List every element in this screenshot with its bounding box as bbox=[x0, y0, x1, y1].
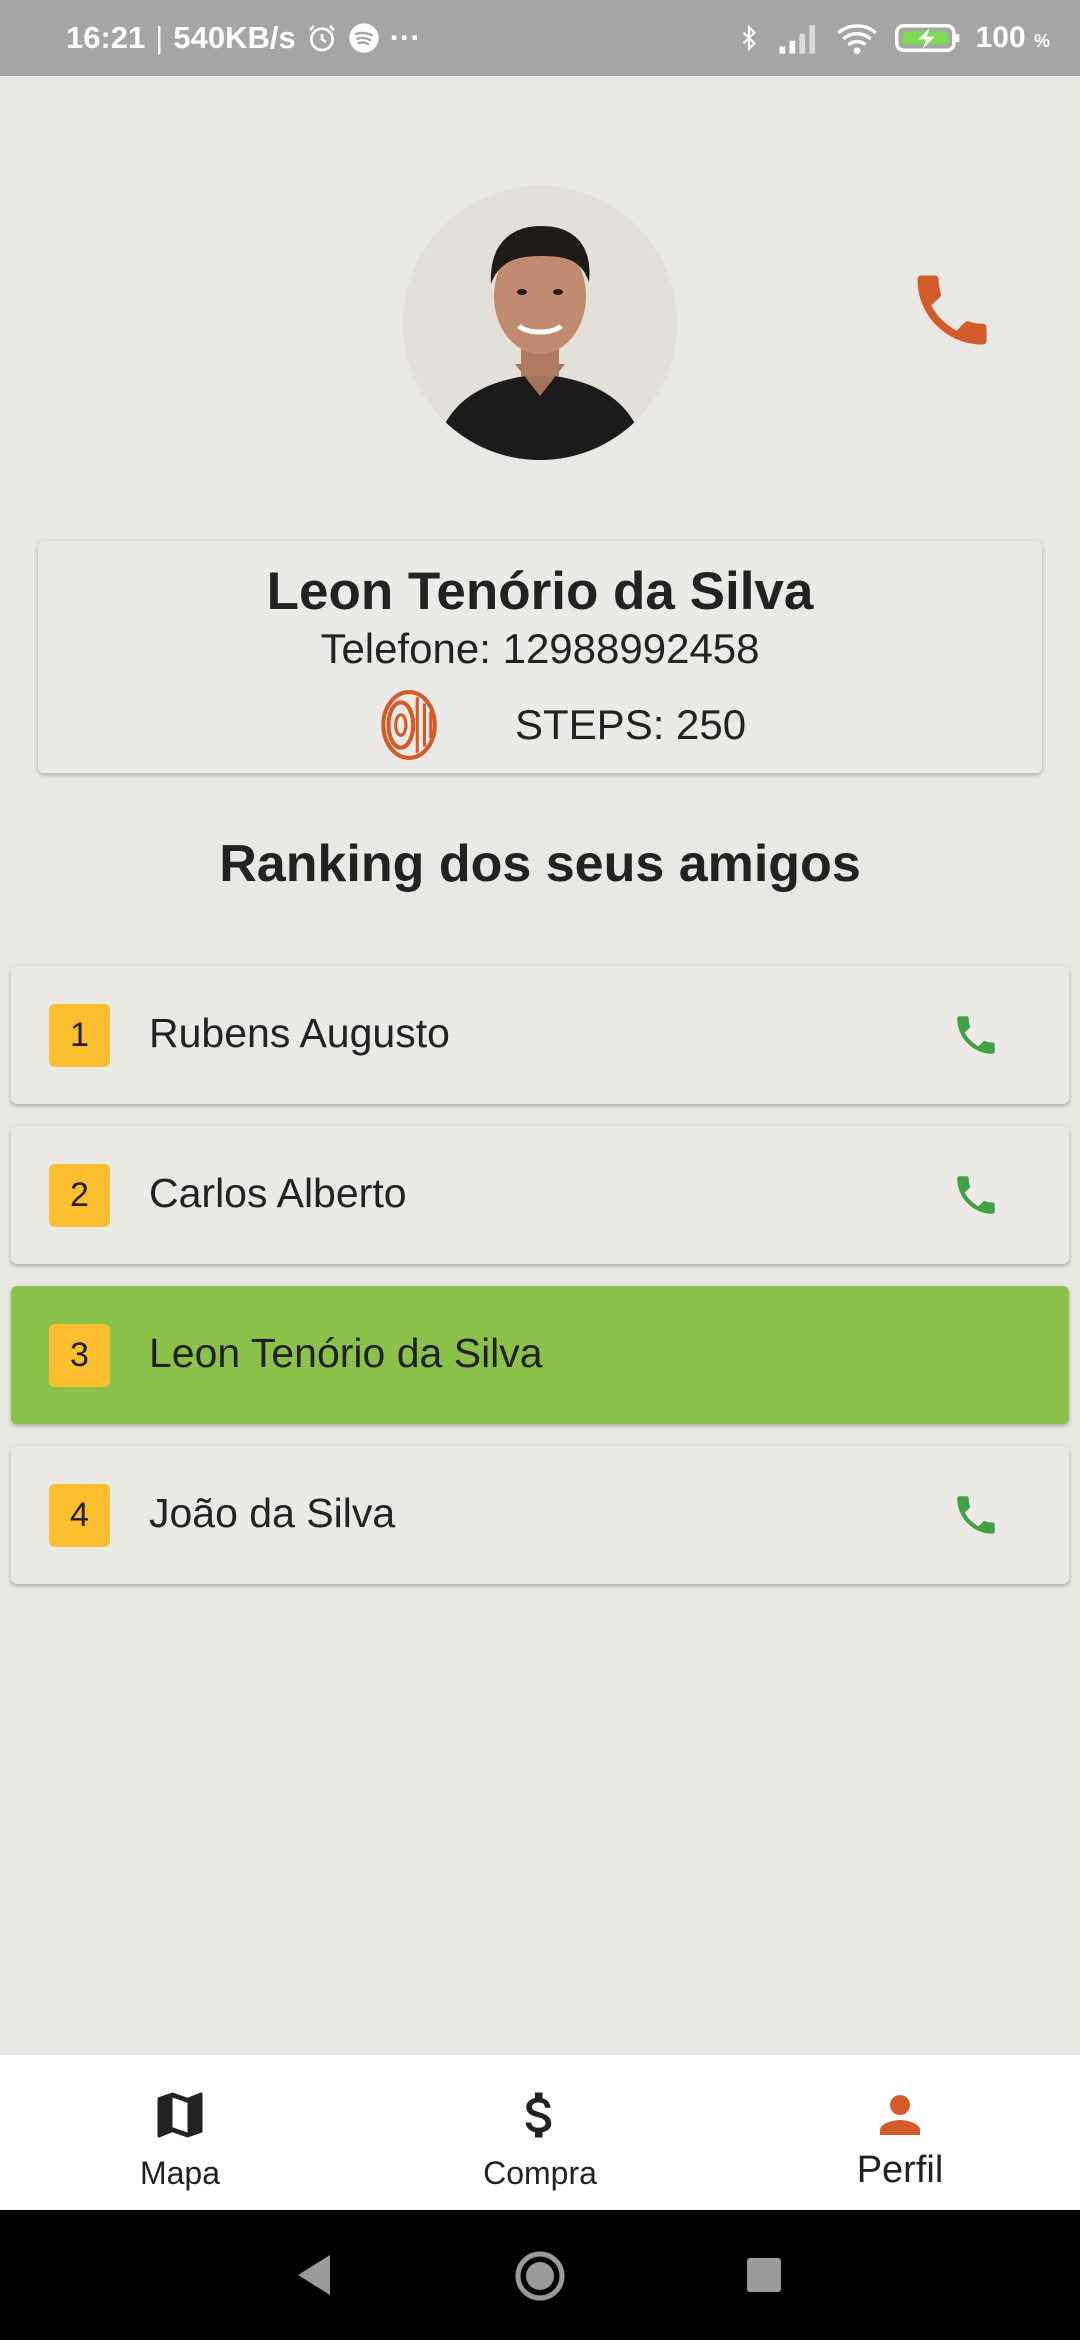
nav-item-mapa[interactable]: Mapa bbox=[0, 2055, 360, 2210]
friend-name: Carlos Alberto bbox=[149, 1170, 407, 1216]
signal-icon bbox=[779, 25, 815, 54]
map-icon bbox=[157, 2092, 203, 2138]
rank-badge: 2 bbox=[49, 1164, 110, 1227]
nav-label-perfil: Perfil bbox=[856, 2149, 944, 2191]
back-icon[interactable] bbox=[296, 2253, 332, 2297]
dollar-icon bbox=[525, 2092, 552, 2138]
tire-icon bbox=[381, 690, 437, 760]
profile-phone: Telefone: 12988992458 bbox=[38, 625, 1042, 673]
status-bar: 16:21 | 540KB/s ··· 100 % bbox=[0, 0, 1080, 76]
friend-name: Leon Tenório da Silva bbox=[149, 1330, 543, 1376]
status-right: 100 % bbox=[736, 0, 1050, 76]
bottom-nav: Mapa Compra Perfil bbox=[0, 2055, 1080, 2210]
status-separator: | bbox=[155, 20, 164, 55]
status-time: 16:21 bbox=[66, 20, 146, 55]
steps-row: STEPS: 250 bbox=[38, 689, 1042, 761]
phone-icon[interactable] bbox=[951, 1170, 1001, 1220]
recent-apps-icon[interactable] bbox=[747, 2258, 781, 2292]
list-item[interactable]: 1 Rubens Augusto bbox=[11, 966, 1069, 1104]
wifi-icon bbox=[836, 24, 877, 55]
rank-badge: 3 bbox=[49, 1324, 110, 1387]
avatar-image bbox=[403, 186, 677, 460]
profile-info-card: Leon Tenório da Silva Telefone: 12988992… bbox=[38, 541, 1042, 773]
status-left: 16:21 | 540KB/s ··· bbox=[66, 20, 421, 56]
battery-charging-icon bbox=[894, 24, 959, 52]
nav-label-mapa: Mapa bbox=[139, 2155, 221, 2191]
friend-name: Rubens Augusto bbox=[149, 1010, 450, 1056]
status-more: ··· bbox=[389, 20, 421, 55]
spotify-icon bbox=[349, 23, 379, 53]
avatar bbox=[403, 186, 677, 460]
ranking-title: Ranking dos seus amigos bbox=[219, 835, 861, 893]
friend-name: João da Silva bbox=[149, 1490, 396, 1536]
bluetooth-icon bbox=[742, 24, 756, 52]
nav-item-perfil[interactable]: Perfil bbox=[720, 2055, 1080, 2210]
person-icon bbox=[880, 2095, 920, 2135]
steps-count: STEPS: 250 bbox=[515, 701, 747, 748]
battery-percent: 100 % bbox=[975, 21, 1050, 54]
alarm-icon bbox=[308, 25, 335, 52]
list-item[interactable]: 4 João da Silva bbox=[11, 1446, 1069, 1584]
home-icon[interactable] bbox=[514, 2250, 566, 2302]
list-item-current-user[interactable]: 3 Leon Tenório da Silva bbox=[11, 1286, 1069, 1424]
nav-label-compra: Compra bbox=[483, 2155, 597, 2191]
profile-name: Leon Tenório da Silva bbox=[266, 562, 814, 621]
list-item[interactable]: 2 Carlos Alberto bbox=[11, 1126, 1069, 1264]
rank-badge: 4 bbox=[49, 1484, 110, 1547]
call-button[interactable] bbox=[906, 264, 998, 356]
status-net-speed: 540KB/s bbox=[173, 20, 296, 55]
phone-icon[interactable] bbox=[951, 1490, 1001, 1540]
phone-icon[interactable] bbox=[951, 1010, 1001, 1060]
rank-badge: 1 bbox=[49, 1004, 110, 1067]
nav-item-compra[interactable]: Compra bbox=[360, 2055, 720, 2210]
system-nav-bar bbox=[0, 2210, 1080, 2340]
profile-phone-label: Telefone: 12988992458 bbox=[320, 625, 760, 672]
